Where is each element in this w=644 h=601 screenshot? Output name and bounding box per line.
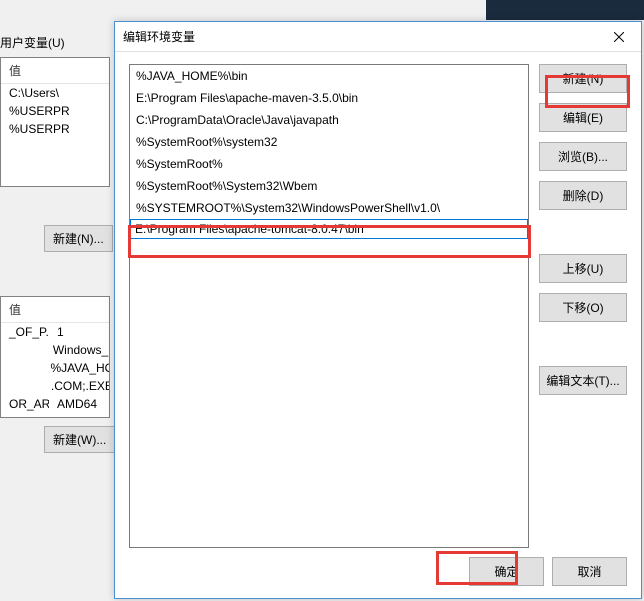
new-w-button[interactable]: 新建(W)... [44,426,115,453]
list-item[interactable]: %SystemRoot%\System32\Wbem [130,175,528,197]
user-row[interactable]: %USERPR [1,102,109,120]
path-list[interactable]: %JAVA_HOME%\bin E:\Program Files\apache-… [129,64,529,548]
close-button[interactable] [596,22,641,51]
titlebar[interactable]: 编辑环境变量 [115,22,641,52]
dialog-body: %JAVA_HOME%\bin E:\Program Files\apache-… [115,52,641,598]
list-item[interactable]: %JAVA_HOME%\bin [130,65,528,87]
list-item[interactable]: %SystemRoot%\system32 [130,131,528,153]
dark-strip [486,0,644,20]
table-row[interactable]: OR_ARAMD64 [1,395,109,413]
value-header: 值 [1,58,109,84]
new-button[interactable]: 新建(N) [539,64,627,93]
table-row[interactable]: %JAVA_HO [1,359,109,377]
footer-buttons: 确定 取消 [469,557,627,586]
user-row[interactable]: %USERPR [1,120,109,138]
edit-button[interactable]: 编辑(E) [539,103,627,132]
sys-value-header: 值 [1,297,109,323]
spacer [539,220,627,244]
edit-text-button[interactable]: 编辑文本(T)... [539,366,627,395]
close-icon [614,32,624,42]
path-edit-input[interactable] [130,219,528,239]
list-item-editing[interactable] [130,219,528,239]
table-row[interactable]: .COM;.EXE [1,377,109,395]
list-item[interactable]: C:\ProgramData\Oracle\Java\javapath [130,109,528,131]
list-item[interactable]: %SystemRoot% [130,153,528,175]
browse-button[interactable]: 浏览(B)... [539,142,627,171]
move-up-button[interactable]: 上移(U) [539,254,627,283]
side-buttons: 新建(N) 编辑(E) 浏览(B)... 删除(D) 上移(U) 下移(O) 编… [539,64,627,548]
delete-button[interactable]: 删除(D) [539,181,627,210]
list-item[interactable]: E:\Program Files\apache-maven-3.5.0\bin [130,87,528,109]
user-vars-table: 值 C:\Users\ %USERPR %USERPR [0,57,110,187]
edit-env-var-dialog: 编辑环境变量 %JAVA_HOME%\bin E:\Program Files\… [114,21,642,599]
spacer [539,332,627,356]
cancel-button[interactable]: 取消 [552,557,627,586]
table-row[interactable]: Windows_ [1,341,109,359]
move-down-button[interactable]: 下移(O) [539,293,627,322]
user-vars-label: 用户变量(U) [0,30,110,57]
list-item[interactable]: %SYSTEMROOT%\System32\WindowsPowerShell\… [130,197,528,219]
ok-button[interactable]: 确定 [469,557,544,586]
sys-vars-section: 值 _OF_P...1 Windows_ %JAVA_HO .COM;.EXE … [0,296,112,418]
new-n-button[interactable]: 新建(N)... [44,225,113,252]
table-row[interactable]: _OF_P...1 [1,323,109,341]
user-row[interactable]: C:\Users\ [1,84,109,102]
user-vars-section: 用户变量(U) 值 C:\Users\ %USERPR %USERPR [0,30,110,187]
sys-vars-table: 值 _OF_P...1 Windows_ %JAVA_HO .COM;.EXE … [0,296,110,418]
dialog-title: 编辑环境变量 [123,28,633,45]
